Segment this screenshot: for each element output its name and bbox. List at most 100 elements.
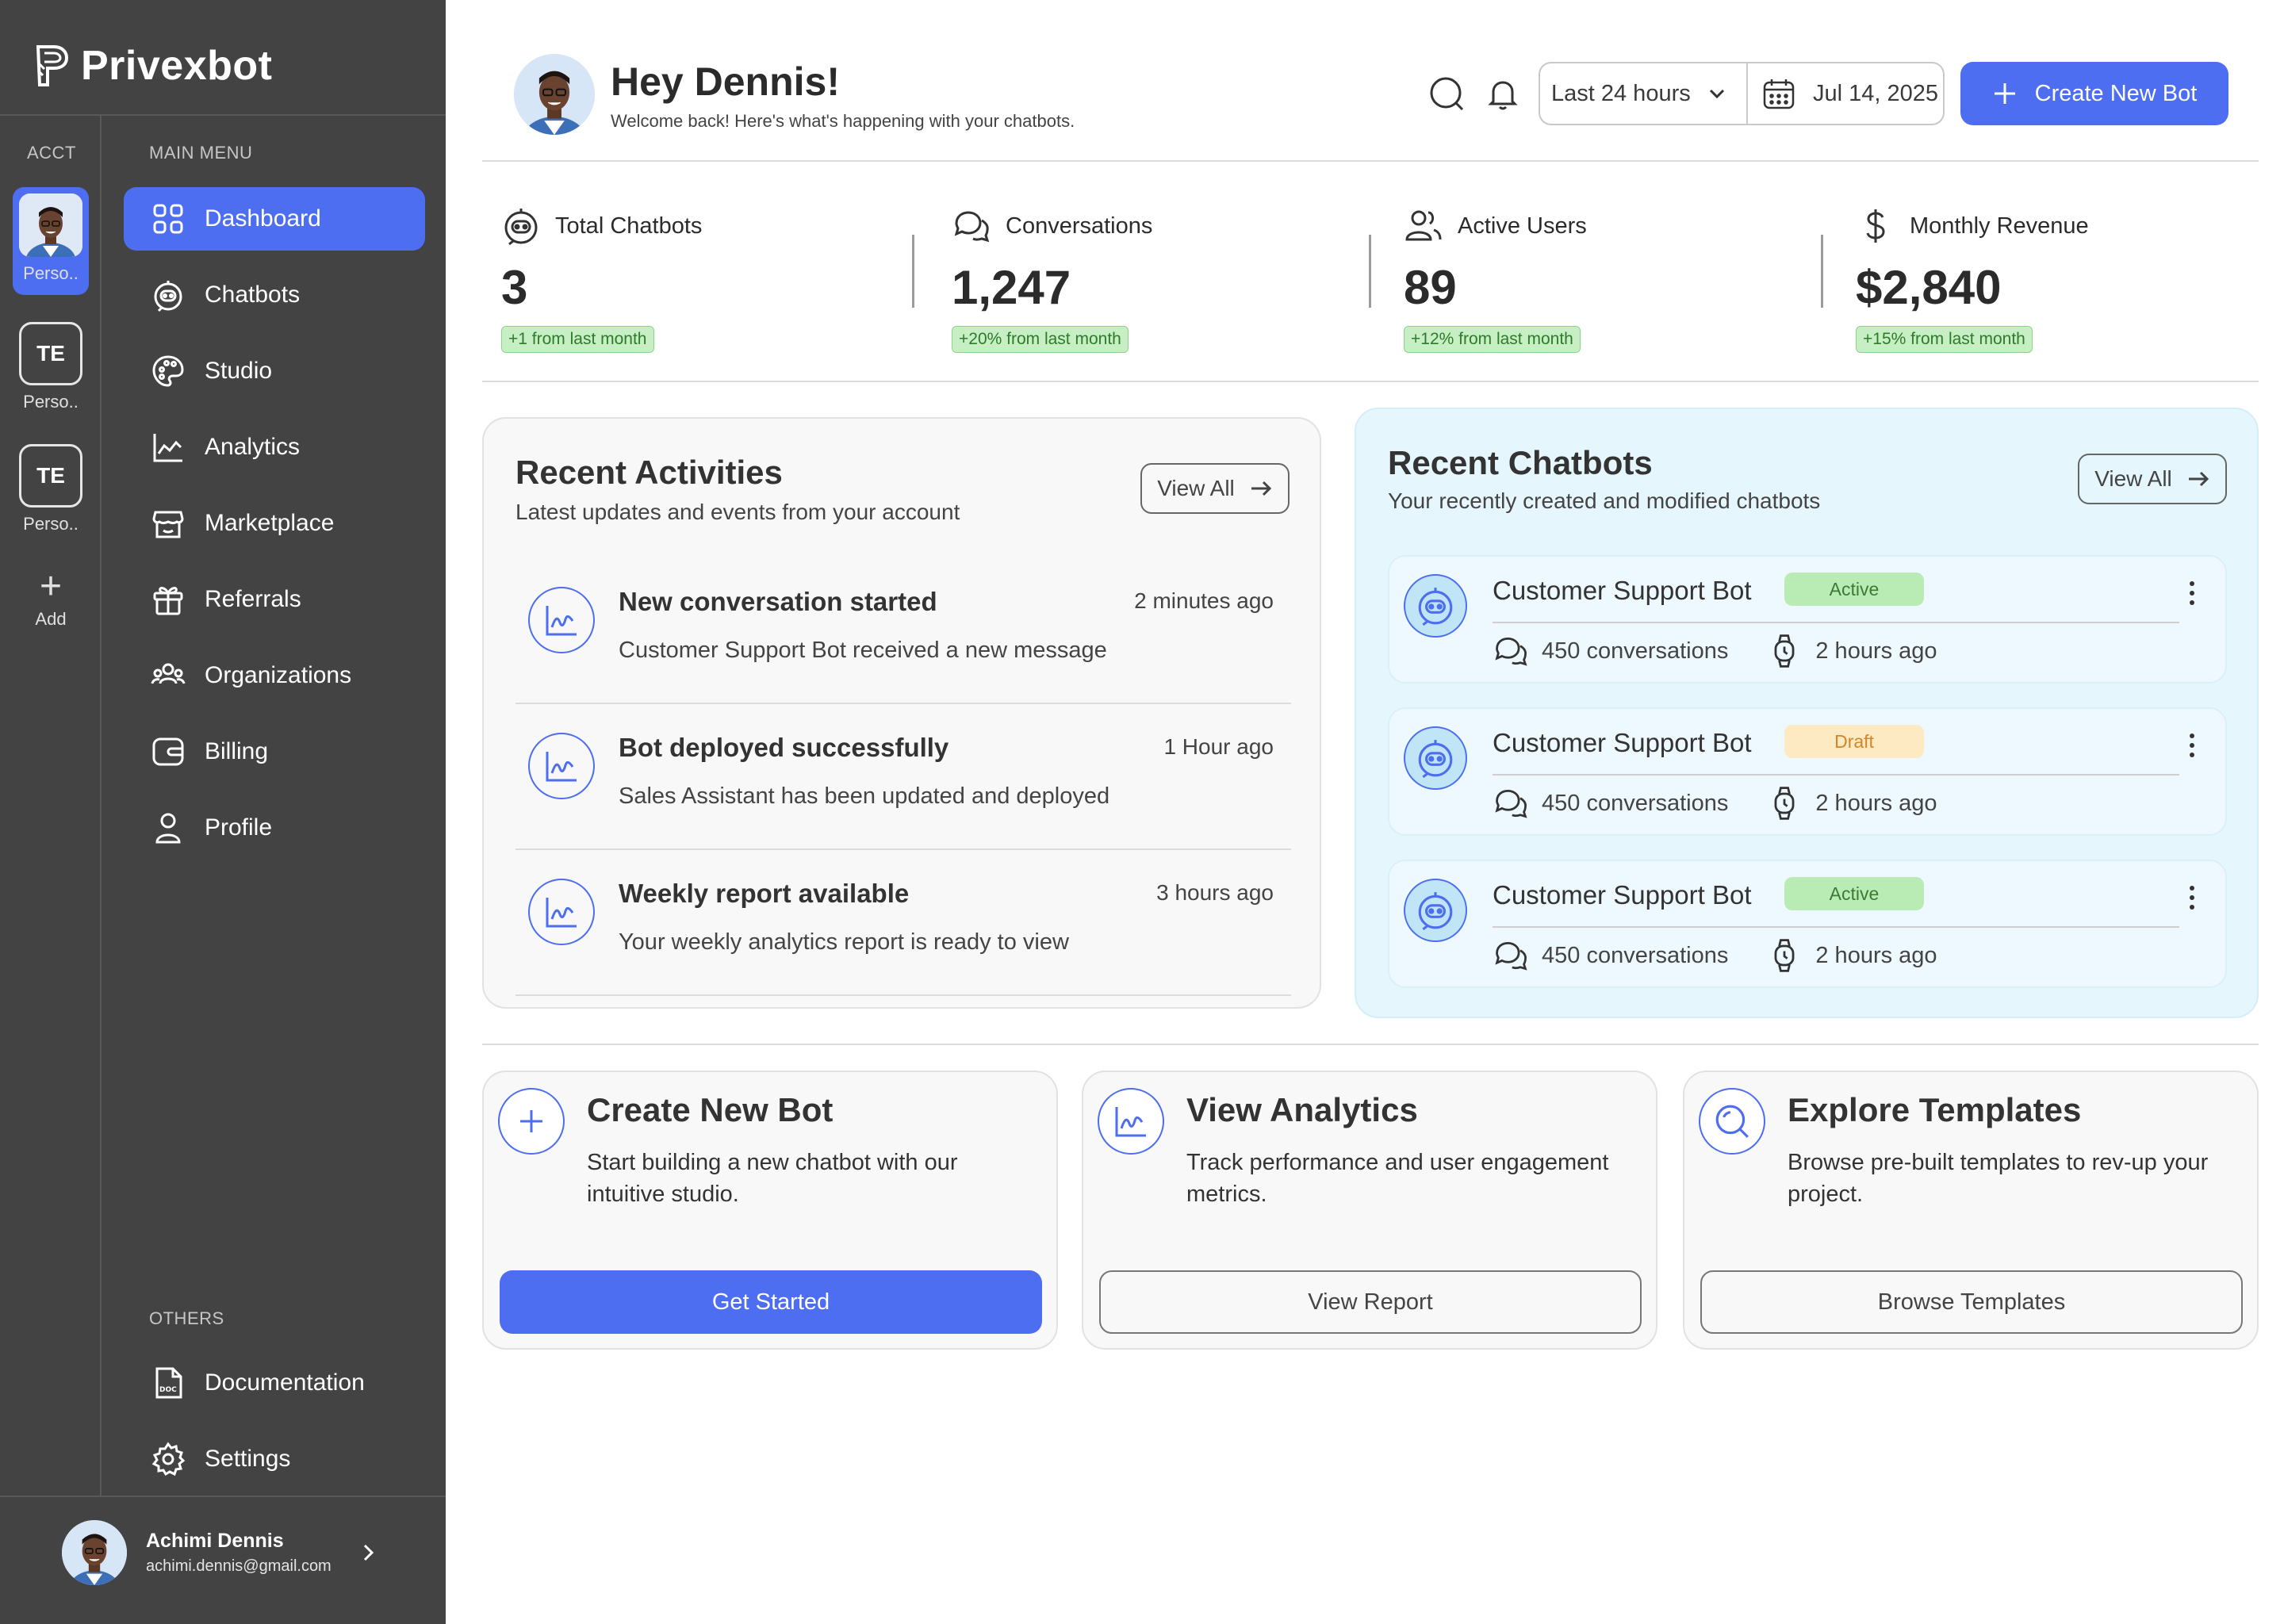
more-options-icon[interactable]	[2184, 731, 2200, 760]
more-options-icon[interactable]	[2184, 883, 2200, 912]
sidebar-item-dashboard[interactable]: Dashboard	[124, 187, 425, 251]
card-description: Start building a new chatbot with our in…	[587, 1150, 958, 1207]
card-description: Browse pre-built templates to rev-up you…	[1788, 1150, 2209, 1207]
brand-logo-icon	[36, 45, 69, 86]
sidebar-item-label: Marketplace	[205, 510, 335, 536]
stat-value: 89	[1404, 261, 1457, 314]
sidebar-item-label: Documentation	[205, 1369, 365, 1396]
sidebar-item-label: Studio	[205, 358, 273, 384]
others-menu: DOC Documentation Settings	[124, 1351, 425, 1503]
sidebar-item-studio[interactable]: Studio	[124, 339, 425, 403]
create-new-bot-button[interactable]: Create New Bot	[1960, 62, 2228, 125]
add-account-button[interactable]: + Add	[13, 568, 89, 630]
stat-change-badge: +15% from last month	[1856, 326, 2033, 353]
activity-description: Your weekly analytics report is ready to…	[619, 929, 1069, 955]
brand-name: Privexbot	[81, 43, 273, 89]
sidebar-divider-vertical	[100, 116, 102, 1496]
stat-label: Active Users	[1458, 213, 1587, 239]
page-subtitle: Welcome back! Here's what's happening wi…	[611, 111, 1075, 131]
card-description: Track performance and user engagement me…	[1186, 1150, 1609, 1207]
store-icon	[152, 511, 184, 538]
others-label: OTHERS	[149, 1308, 224, 1328]
bot-icon	[154, 281, 182, 312]
sidebar-item-label: Analytics	[205, 434, 301, 460]
brand[interactable]: Privexbot	[35, 38, 272, 94]
activities-view-all-button[interactable]: View All	[1140, 463, 1290, 514]
card-title: Create New Bot	[587, 1091, 834, 1128]
date-range-filter: Last 24 hours Jul 14, 2025	[1539, 62, 1945, 125]
sidebar-item-documentation[interactable]: DOC Documentation	[124, 1351, 425, 1415]
stat-conversations: Conversations 1,247 +20% from last month	[952, 206, 1364, 353]
more-options-icon[interactable]	[2184, 579, 2200, 607]
accounts-label: ACCT	[27, 143, 76, 163]
get-started-button[interactable]: Get Started	[500, 1270, 1042, 1334]
recent-activities-title: Recent Activities	[515, 454, 783, 491]
chart-icon	[153, 434, 182, 462]
search-icon[interactable]	[1429, 76, 1466, 113]
sidebar-item-label: Profile	[205, 814, 273, 841]
activity-time: 3 hours ago	[1156, 880, 1274, 905]
wallet-icon	[152, 737, 184, 766]
sidebar-item-referrals[interactable]: Referrals	[124, 568, 425, 631]
chat-bubbles-icon	[1495, 941, 1527, 971]
stat-label: Total Chatbots	[555, 213, 703, 239]
browse-templates-button[interactable]: Browse Templates	[1700, 1270, 2243, 1334]
user-info: Achimi Dennis achimi.dennis@gmail.com	[146, 1530, 331, 1576]
stat-label: Conversations	[1006, 213, 1153, 239]
chevron-right-icon	[363, 1544, 374, 1561]
time-range-select[interactable]: Last 24 hours	[1540, 63, 1748, 124]
recent-chatbots-card: Recent Chatbots Your recently created an…	[1355, 408, 2259, 1018]
status-badge: Active	[1784, 877, 1924, 910]
sidebar-item-profile[interactable]: Profile	[124, 796, 425, 860]
chat-bubbles-icon	[1495, 637, 1527, 666]
activity-item[interactable]: Weekly report available 3 hours ago Your…	[515, 850, 1291, 996]
activity-item[interactable]: New conversation started 2 minutes ago C…	[515, 558, 1291, 704]
stat-monthly-revenue: Monthly Revenue $2,840 +15% from last mo…	[1856, 206, 2268, 353]
watch-icon	[1774, 634, 1795, 668]
view-all-label: View All	[2094, 466, 2172, 491]
recent-chatbots-title: Recent Chatbots	[1388, 444, 1653, 481]
account-switch-3[interactable]: TE Perso..	[13, 444, 89, 534]
account-switch-2[interactable]: TE Perso..	[13, 322, 89, 412]
activity-chart-icon	[528, 879, 595, 945]
stat-value: $2,840	[1856, 261, 2002, 314]
view-report-button[interactable]: View Report	[1099, 1270, 1642, 1334]
chatbots-view-all-button[interactable]: View All	[2078, 454, 2227, 504]
activity-item[interactable]: Bot deployed successfully 1 Hour ago Sal…	[515, 704, 1291, 850]
stat-change-badge: +12% from last month	[1404, 326, 1581, 353]
explore-templates-card: Explore Templates Browse pre-built templ…	[1683, 1071, 2259, 1350]
last-updated: 2 hours ago	[1815, 942, 1937, 968]
recent-activities-card: Recent Activities Latest updates and eve…	[482, 417, 1321, 1009]
sidebar-item-analytics[interactable]: Analytics	[124, 416, 425, 479]
page-title: Hey Dennis!	[611, 59, 840, 104]
date-picker[interactable]: Jul 14, 2025	[1748, 63, 1943, 124]
gear-icon	[151, 1442, 186, 1477]
sidebar-item-organizations[interactable]: Organizations	[124, 644, 425, 707]
account-switch-1[interactable]: Perso..	[13, 187, 89, 295]
conversation-count: 450 conversations	[1542, 790, 1729, 816]
account-avatar	[19, 193, 82, 257]
conversation-count: 450 conversations	[1542, 942, 1729, 968]
sidebar-item-marketplace[interactable]: Marketplace	[124, 492, 425, 555]
sidebar-item-chatbots[interactable]: Chatbots	[124, 263, 425, 327]
sidebar-item-settings[interactable]: Settings	[124, 1427, 425, 1491]
doc-icon: DOC	[155, 1367, 182, 1399]
chatbot-name: Customer Support Bot	[1493, 880, 1752, 910]
bot-icon	[1404, 574, 1467, 638]
stat-divider	[1369, 235, 1371, 308]
arrow-right-icon	[2188, 471, 2209, 487]
last-updated: 2 hours ago	[1815, 790, 1937, 816]
section-divider	[482, 1044, 2259, 1045]
user-profile-menu[interactable]: Achimi Dennis achimi.dennis@gmail.com	[62, 1519, 379, 1586]
stat-divider	[1821, 235, 1823, 308]
chatbot-card[interactable]: Customer Support Bot Active 450 conversa…	[1388, 860, 2227, 988]
bell-icon[interactable]	[1485, 76, 1521, 113]
chatbot-card[interactable]: Customer Support Bot Draft 450 conversat…	[1388, 707, 2227, 836]
view-analytics-card: View Analytics Track performance and use…	[1082, 1071, 1657, 1350]
watch-icon	[1774, 787, 1795, 820]
date-value: Jul 14, 2025	[1813, 80, 1939, 106]
sidebar-item-billing[interactable]: Billing	[124, 720, 425, 783]
sidebar-item-label: Settings	[205, 1446, 291, 1472]
chatbot-card[interactable]: Customer Support Bot Active 450 conversa…	[1388, 555, 2227, 684]
bot-icon	[504, 209, 538, 246]
